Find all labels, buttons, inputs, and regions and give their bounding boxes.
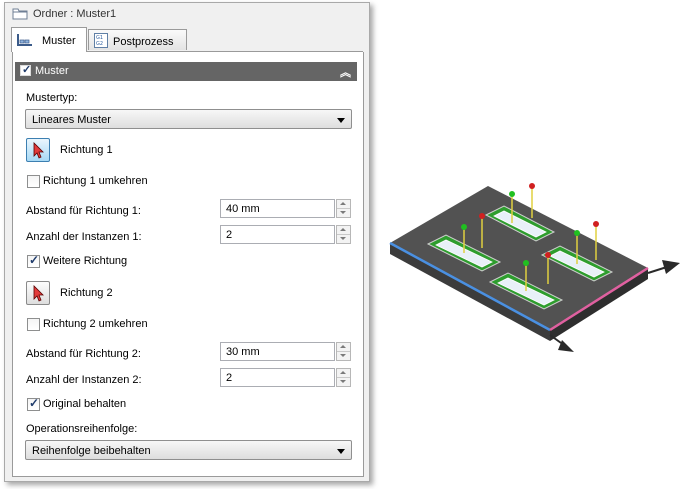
operation-order-value: Reihenfolge beibehalten xyxy=(32,445,151,457)
check-mark-icon: ✓ xyxy=(29,396,40,410)
dialog-titlebar: Ordner : Muster1 xyxy=(5,3,369,25)
spacing2-input[interactable]: 30 mm xyxy=(220,342,335,361)
more-direction-checkbox[interactable]: ✓ xyxy=(27,253,40,268)
reverse-direction1-checkbox[interactable] xyxy=(27,175,40,188)
tab-postprozess-label: Postprozess xyxy=(113,36,174,48)
keep-original-checkbox[interactable]: ✓ xyxy=(27,396,40,411)
spacing1-input[interactable]: 40 mm xyxy=(220,199,335,218)
direction2-arrow-icon xyxy=(647,260,680,274)
keep-original-label: Original behalten xyxy=(43,398,127,410)
direction1-label: Richtung 1 xyxy=(60,144,113,156)
chevron-down-icon xyxy=(337,118,345,123)
spin-down-icon[interactable] xyxy=(337,209,350,217)
spacing1-spinner[interactable] xyxy=(336,199,351,218)
pattern-icon xyxy=(16,33,34,50)
pattern-type-label: Mustertyp: xyxy=(26,92,78,104)
3d-viewport[interactable] xyxy=(376,170,682,370)
count2-spinner[interactable] xyxy=(336,368,351,387)
spacing2-value: 30 mm xyxy=(226,346,260,358)
reverse-direction2-checkbox[interactable] xyxy=(27,318,40,331)
direction1-pick-button[interactable] xyxy=(26,138,50,162)
spacing2-label: Abstand für Richtung 2: xyxy=(26,348,141,360)
reverse-direction2-label: Richtung 2 umkehren xyxy=(43,318,148,330)
tab-muster[interactable]: Muster xyxy=(11,27,87,52)
spin-up-icon[interactable] xyxy=(337,200,350,209)
count2-value: 2 xyxy=(226,372,233,384)
spacing1-label: Abstand für Richtung 1: xyxy=(26,205,141,217)
cursor-arrow-icon xyxy=(33,142,44,159)
operation-order-label: Operationsreihenfolge: xyxy=(26,423,138,435)
count1-spinner[interactable] xyxy=(336,225,351,244)
count1-label: Anzahl der Instanzen 1: xyxy=(26,231,142,243)
count1-input[interactable]: 2 xyxy=(220,225,335,244)
spin-up-icon[interactable] xyxy=(337,226,350,235)
spacing1-value: 40 mm xyxy=(226,203,260,215)
section-title: Muster xyxy=(35,65,69,77)
pattern-type-value: Lineares Muster xyxy=(32,114,111,126)
more-direction-label: Weitere Richtung xyxy=(43,255,128,267)
operation-order-select[interactable]: Reihenfolge beibehalten xyxy=(25,440,352,460)
chevron-down-icon xyxy=(337,449,345,454)
cursor-arrow-icon xyxy=(33,285,44,302)
reverse-direction1-label: Richtung 1 umkehren xyxy=(43,175,148,187)
postprocess-icon: G1 G2 xyxy=(94,33,108,51)
part-preview xyxy=(389,183,680,352)
spin-up-icon[interactable] xyxy=(337,369,350,378)
count1-value: 2 xyxy=(226,229,233,241)
spin-down-icon[interactable] xyxy=(337,378,350,386)
section-checkbox[interactable]: ✓ xyxy=(20,64,32,76)
direction1-arrow-icon xyxy=(549,334,574,352)
pattern-dialog: Ordner : Muster1 Muster G1 G2 Postprozes… xyxy=(4,2,370,482)
section-header-muster[interactable]: ✓ Muster ︽ xyxy=(15,62,357,81)
double-chevron-up-icon[interactable]: ︽ xyxy=(340,64,351,80)
spacing2-spinner[interactable] xyxy=(336,342,351,361)
svg-text:G2: G2 xyxy=(96,41,103,47)
direction2-pick-button[interactable] xyxy=(26,281,50,305)
pattern-type-select[interactable]: Lineares Muster xyxy=(25,109,352,129)
tab-muster-label: Muster xyxy=(42,35,76,47)
folder-icon xyxy=(12,7,28,23)
check-mark-icon: ✓ xyxy=(22,64,32,76)
spin-down-icon[interactable] xyxy=(337,352,350,360)
spin-down-icon[interactable] xyxy=(337,235,350,243)
count2-input[interactable]: 2 xyxy=(220,368,335,387)
tab-strip: Muster G1 G2 Postprozess xyxy=(11,27,363,52)
count2-label: Anzahl der Instanzen 2: xyxy=(26,374,142,386)
direction2-label: Richtung 2 xyxy=(60,287,113,299)
plate-top xyxy=(390,186,648,330)
check-mark-icon: ✓ xyxy=(29,253,40,267)
spin-up-icon[interactable] xyxy=(337,343,350,352)
tab-postprozess[interactable]: G1 G2 Postprozess xyxy=(88,29,187,50)
dialog-title: Ordner : Muster1 xyxy=(33,8,117,20)
